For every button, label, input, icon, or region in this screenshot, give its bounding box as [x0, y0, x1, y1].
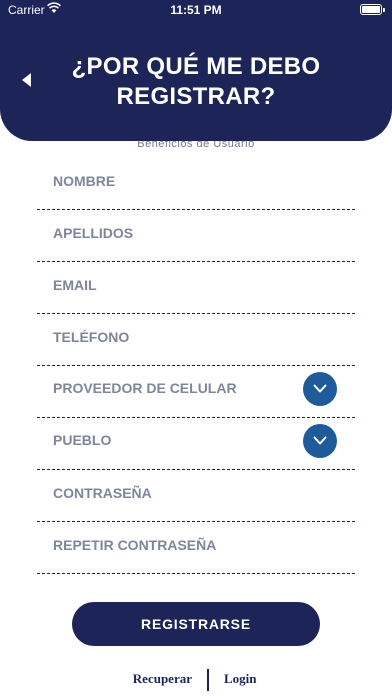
email-field [37, 262, 355, 314]
name-input[interactable] [53, 169, 293, 193]
lastname-field [37, 210, 355, 262]
page-title-line-1: ¿POR QUÉ ME DEBO [71, 53, 321, 80]
password-field [37, 470, 355, 522]
name-field [37, 158, 355, 210]
lastname-input[interactable] [53, 221, 293, 245]
phone-field [37, 314, 355, 366]
carrier-provider-label: PROVEEDOR DE CELULAR [53, 380, 237, 396]
battery-icon [360, 4, 385, 15]
phone-input[interactable] [53, 325, 293, 349]
town-label: PUEBLO [53, 432, 112, 448]
header: ¿POR QUÉ ME DEBO REGISTRAR? [0, 0, 392, 141]
back-button[interactable] [14, 64, 42, 96]
carrier-provider-dropdown[interactable]: PROVEEDOR DE CELULAR [37, 366, 355, 418]
chevron-left-icon [22, 73, 31, 87]
footer-links: Recuperar Login [0, 669, 392, 691]
repeat-password-field [37, 522, 355, 574]
chevron-down-icon [313, 436, 327, 445]
carrier-provider-toggle[interactable] [303, 372, 337, 406]
password-input[interactable] [53, 481, 293, 505]
town-toggle[interactable] [303, 424, 337, 458]
footer-divider [207, 669, 209, 691]
register-button[interactable]: REGISTRARSE [72, 602, 320, 646]
repeat-password-input[interactable] [53, 533, 293, 557]
town-dropdown[interactable]: PUEBLO [37, 418, 355, 470]
page-title-line-2: REGISTRAR? [116, 83, 276, 110]
email-input[interactable] [53, 273, 293, 297]
page-title: ¿POR QUÉ ME DEBO REGISTRAR? [60, 52, 332, 112]
recover-link[interactable]: Recuperar [133, 671, 192, 687]
status-bar: Carrier 11:51 PM [0, 0, 392, 20]
chevron-down-icon [313, 384, 327, 393]
status-time: 11:51 PM [170, 3, 222, 17]
login-link[interactable]: Login [224, 671, 257, 687]
